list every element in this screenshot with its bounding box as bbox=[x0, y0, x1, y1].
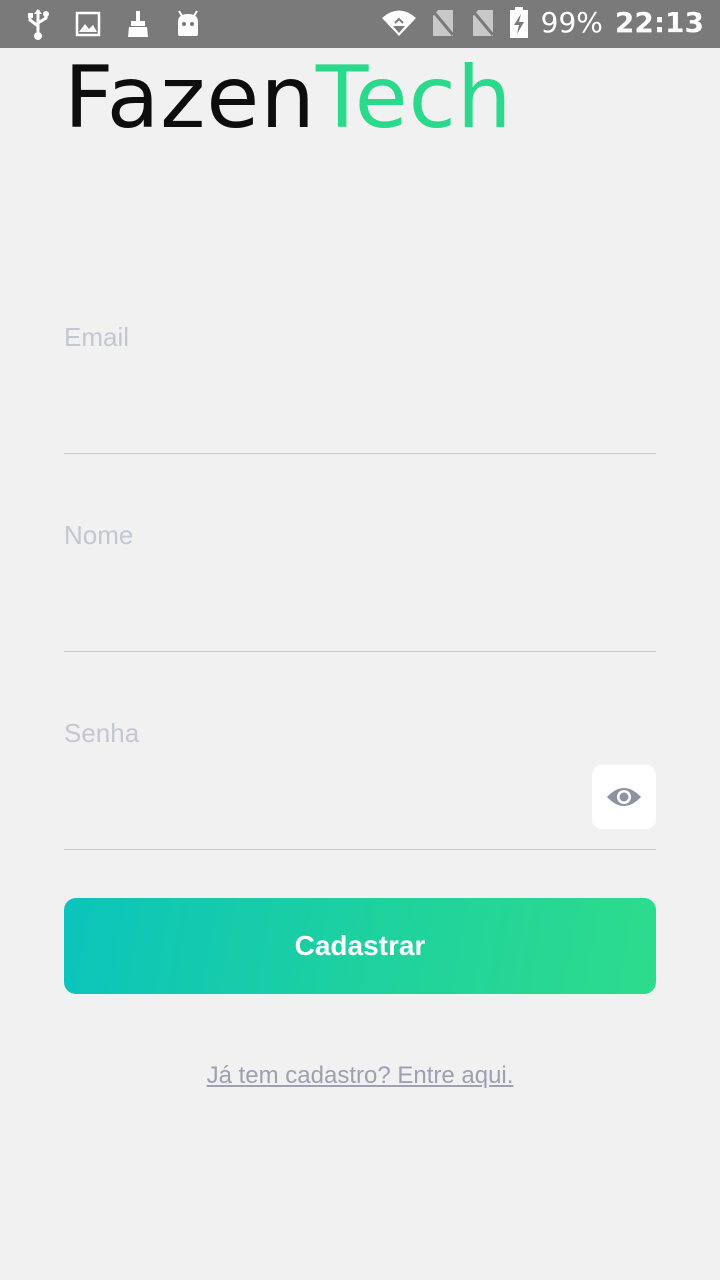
logo-part-2: Tech bbox=[315, 48, 513, 148]
password-field[interactable]: Senha bbox=[64, 718, 656, 850]
usb-icon bbox=[24, 8, 52, 40]
name-underline bbox=[64, 651, 656, 652]
toggle-password-visibility-button[interactable] bbox=[592, 765, 656, 829]
android-icon bbox=[174, 8, 202, 40]
logo-part-1: Fazen bbox=[64, 48, 316, 148]
no-sim-icon bbox=[469, 7, 497, 39]
register-button[interactable]: Cadastrar bbox=[64, 898, 656, 994]
clock: 22:13 bbox=[614, 6, 704, 39]
battery-percent: 99% bbox=[540, 6, 603, 39]
status-bar-right: 99% 22:13 bbox=[381, 6, 704, 39]
wifi-icon bbox=[381, 7, 417, 39]
email-label: Email bbox=[64, 322, 130, 352]
email-underline bbox=[64, 453, 656, 454]
register-button-label: Cadastrar bbox=[294, 930, 426, 961]
email-field[interactable]: Email bbox=[64, 322, 656, 454]
no-sim-icon bbox=[429, 7, 457, 39]
login-link[interactable]: Já tem cadastro? Entre aqui. bbox=[0, 1062, 720, 1090]
eye-icon bbox=[607, 788, 641, 806]
app-logo: FazenTech bbox=[64, 50, 512, 146]
cleaner-icon bbox=[124, 8, 152, 40]
name-field[interactable]: Nome bbox=[64, 520, 656, 652]
password-underline bbox=[64, 849, 656, 850]
image-icon bbox=[74, 8, 102, 40]
status-bar: 99% 22:13 bbox=[0, 0, 720, 48]
name-label: Nome bbox=[64, 520, 134, 550]
password-label: Senha bbox=[64, 718, 140, 748]
status-bar-left bbox=[24, 8, 202, 40]
battery-charging-icon bbox=[509, 6, 529, 39]
